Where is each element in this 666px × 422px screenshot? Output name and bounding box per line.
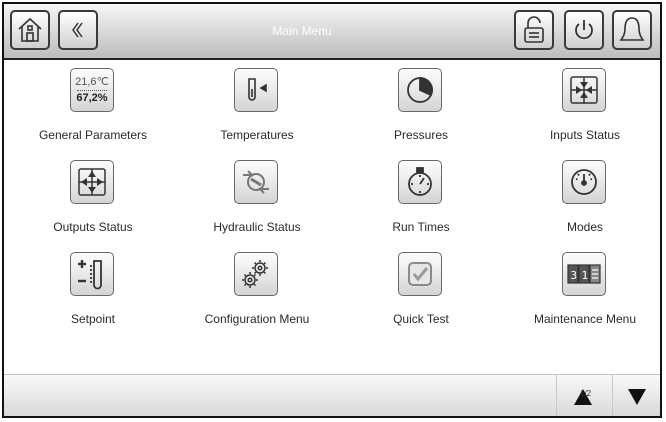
menu-item-inputs-status[interactable]: Inputs Status [510,60,660,142]
menu-item-label: Setpoint [70,312,116,326]
menu-item-run-times[interactable]: Run Times [346,152,496,234]
page-title: Main Menu [272,24,332,38]
stopwatch-icon [398,160,442,204]
outputs-arrows-icon [70,160,114,204]
menu-item-label: Maintenance Menu [533,312,637,326]
unlock-button[interactable] [514,10,554,50]
menu-item-pressures[interactable]: Pressures [346,60,496,142]
menu-item-label: Outputs Status [53,220,133,234]
padlock-open-icon [524,16,544,43]
pressure-gauge-icon [398,68,442,112]
home-icon [18,17,42,42]
menu-item-label: Pressures [393,128,449,142]
top-bar: Main Menu [4,4,660,60]
double-chevron-left-icon [72,22,83,38]
menu-item-temperatures[interactable]: Temperatures [182,60,332,142]
thermometer-icon [234,68,278,112]
temperature-readout: 21,6℃ [75,75,109,88]
menu-item-quick-test[interactable]: Quick Test [346,244,496,326]
bottom-bar: 1/2 [4,374,660,416]
menu-item-configuration-menu[interactable]: Configuration Menu [182,244,332,326]
menu-item-label: General Parameters [38,128,148,142]
divider [612,375,613,416]
setpoint-icon [70,252,114,296]
power-button[interactable] [564,10,604,50]
menu-item-hydraulic-status[interactable]: Hydraulic Status [182,152,332,234]
checkbox-icon [398,252,442,296]
page-down-icon[interactable] [628,389,646,405]
menu-item-label: Temperatures [220,128,294,142]
inputs-arrows-icon [562,68,606,112]
alarm-button[interactable] [612,10,652,50]
mode-dial-icon [562,160,606,204]
menu-item-label: Configuration Menu [204,312,310,326]
menu-item-setpoint[interactable]: Setpoint [18,244,168,326]
pump-icon [234,160,278,204]
screen-frame: Main Menu 21,6℃ 67,2% General Parameters… [2,2,662,418]
menu-item-modes[interactable]: Modes [510,152,660,234]
readout-divider [77,89,107,91]
svg-text:3: 3 [571,269,578,282]
menu-item-label: Modes [566,220,604,234]
menu-item-label: Inputs Status [549,128,621,142]
bell-icon [619,17,645,41]
menu-item-label: Run Times [392,220,450,234]
svg-text:1: 1 [582,269,589,282]
general-parameters-icon: 21,6℃ 67,2% [70,68,114,112]
menu-item-outputs-status[interactable]: Outputs Status [18,152,168,234]
menu-item-maintenance-menu[interactable]: 3 1 Maintenance Menu [510,244,660,326]
menu-item-general-parameters[interactable]: 21,6℃ 67,2% General Parameters [18,60,168,142]
power-icon [575,20,593,40]
gears-icon [234,252,278,296]
back-button[interactable] [58,10,98,50]
menu-item-label: Quick Test [393,312,449,326]
home-button[interactable] [10,10,50,50]
page-indicator: 1/2 [580,389,592,398]
menu-item-label: Hydraulic Status [213,220,301,234]
calendar-counter-icon: 3 1 [562,252,606,296]
divider [556,375,557,416]
humidity-readout: 67,2% [76,91,108,104]
